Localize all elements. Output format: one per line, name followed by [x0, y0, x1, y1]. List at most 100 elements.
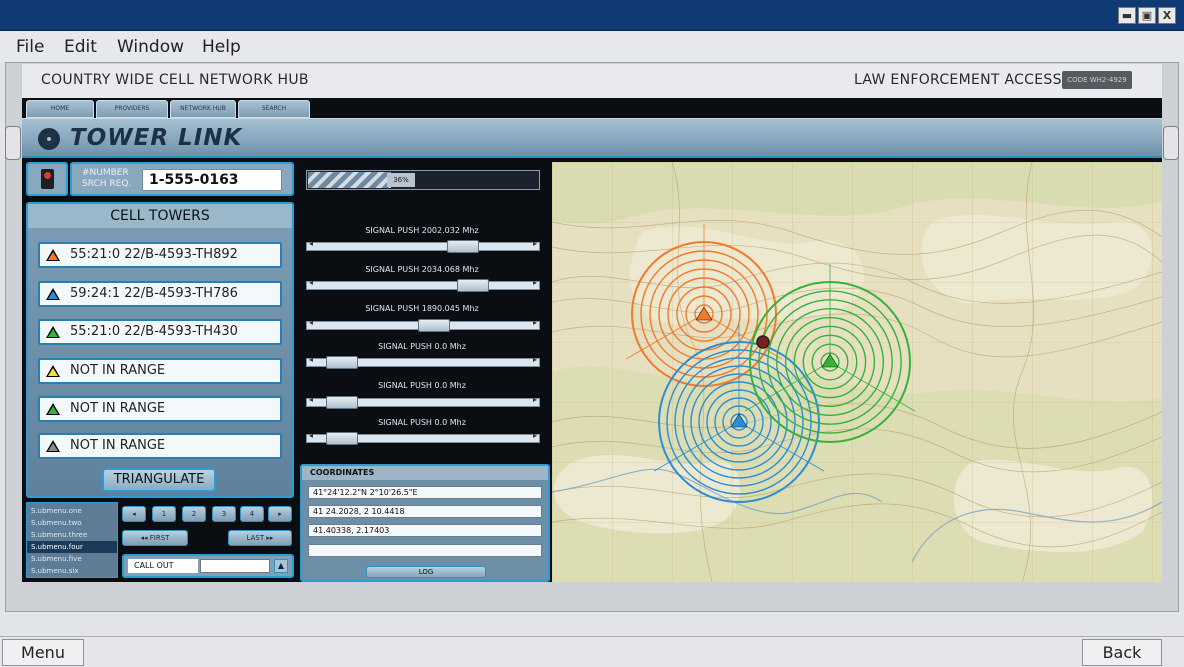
cell-towers-panel: CELL TOWERS 55:21:0 22/B-4593-TH892 59:2…: [26, 202, 294, 498]
signal-slider[interactable]: [306, 431, 540, 445]
page-button[interactable]: 3: [212, 506, 236, 522]
page-button[interactable]: 4: [240, 506, 264, 522]
call-out-button[interactable]: ▲: [274, 559, 288, 573]
progress-bar: 36%: [306, 170, 540, 190]
orange-triangle-icon: [46, 249, 60, 261]
slider-thumb[interactable]: [457, 279, 489, 292]
signal-slider[interactable]: [306, 239, 540, 253]
coordinate-dms-field[interactable]: 41°24'12.2"N 2°10'26.5"E: [308, 486, 542, 499]
prev-page-button[interactable]: ◂: [122, 506, 146, 522]
submenu-item[interactable]: S.ubmenu.two: [27, 517, 117, 529]
submenu-item[interactable]: S.ubmenu.five: [27, 553, 117, 565]
right-scroll-handle[interactable]: [1163, 126, 1179, 160]
tower-label: NOT IN RANGE: [70, 363, 166, 378]
call-out-label: CALL OUT: [128, 559, 198, 573]
call-out-input[interactable]: [200, 559, 270, 573]
tower-row[interactable]: NOT IN RANGE: [38, 358, 282, 384]
brand-bar: TOWER LINK: [22, 118, 1162, 158]
target-logo-icon: [38, 128, 60, 150]
last-page-button[interactable]: LAST ▸▸: [228, 530, 292, 546]
access-label: LAW ENFORCEMENT ACCESS: [854, 72, 1062, 88]
tower-label: NOT IN RANGE: [70, 438, 166, 453]
tower-row[interactable]: NOT IN RANGE: [38, 433, 282, 459]
left-scroll-handle[interactable]: [5, 126, 21, 160]
cell-towers-title: CELL TOWERS: [28, 204, 292, 228]
menu-window[interactable]: Window: [117, 37, 184, 57]
progress-fill: [308, 172, 391, 188]
signal-slider[interactable]: [306, 318, 540, 332]
nav-tabs: HOME PROVIDERS NETWORK HUB SEARCH: [22, 100, 1162, 118]
tower-row[interactable]: 55:21:0 22/B-4593-TH892: [38, 242, 282, 268]
search-request-label: SRCH REQ.: [82, 179, 132, 189]
tower-label: 55:21:0 22/B-4593-TH430: [70, 324, 238, 339]
bottom-bar: Menu Back: [0, 636, 1184, 667]
signal-slider[interactable]: [306, 395, 540, 409]
submenu-item[interactable]: S.ubmenu.six: [27, 565, 117, 577]
menu-bar: File Edit Window Help: [0, 31, 1184, 62]
page-button[interactable]: 1: [152, 506, 176, 522]
title-bar: ▬ ▣ X: [0, 0, 1184, 31]
slider-thumb[interactable]: [447, 240, 479, 253]
slider-thumb[interactable]: [326, 396, 358, 409]
signal-label: SIGNAL PUSH 2034.068 Mhz: [365, 265, 479, 274]
signal-label: SIGNAL PUSH 2002.032 Mhz: [365, 226, 479, 235]
number-search-box: #NUMBER SRCH REQ. 1-555-0163: [70, 162, 294, 196]
hub-header: COUNTRY WIDE CELL NETWORK HUB LAW ENFORC…: [22, 64, 1162, 98]
first-page-button[interactable]: ◂◂ FIRST: [122, 530, 188, 546]
tab-network-hub[interactable]: NETWORK HUB: [170, 100, 236, 118]
menu-file[interactable]: File: [16, 37, 44, 57]
close-icon[interactable]: X: [1158, 7, 1176, 24]
pager: ◂ 1 2 3 4 ▸ ◂◂ FIRST LAST ▸▸: [120, 502, 294, 550]
coordinates-title: COORDINATES: [302, 466, 548, 480]
slider-thumb[interactable]: [326, 356, 358, 369]
signal-label: SIGNAL PUSH 0.0 Mhz: [378, 342, 466, 351]
signal-label: SIGNAL PUSH 0.0 Mhz: [378, 381, 466, 390]
tower-label: 55:21:0 22/B-4593-TH892: [70, 247, 238, 262]
signal-label: SIGNAL PUSH 0.0 Mhz: [378, 418, 466, 427]
back-button[interactable]: Back: [1082, 639, 1162, 666]
gray-triangle-icon: [46, 440, 60, 452]
tab-search[interactable]: SEARCH: [238, 100, 310, 118]
coordinate-dm-field[interactable]: 41 24.2028, 2 10.4418: [308, 505, 542, 518]
green-triangle-icon: [46, 403, 60, 415]
coordinate-extra-field[interactable]: [308, 544, 542, 557]
signal-label: SIGNAL PUSH 1890.045 Mhz: [365, 304, 479, 313]
topographic-map[interactable]: [552, 162, 1162, 582]
minimize-icon[interactable]: ▬: [1118, 7, 1136, 24]
slider-thumb[interactable]: [326, 432, 358, 445]
triangulate-button[interactable]: TRIANGULATE: [102, 468, 216, 492]
submenu-list: S.ubmenu.one S.ubmenu.two S.ubmenu.three…: [26, 502, 118, 578]
signal-slider[interactable]: [306, 355, 540, 369]
menu-help[interactable]: Help: [202, 37, 241, 57]
blue-triangle-icon: [46, 288, 60, 300]
signal-slider[interactable]: [306, 278, 540, 292]
next-page-button[interactable]: ▸: [268, 506, 292, 522]
phone-icon-box: [26, 162, 68, 196]
menu-button[interactable]: Menu: [2, 639, 84, 666]
submenu-item-active[interactable]: S.ubmenu.four: [27, 541, 117, 553]
submenu-item[interactable]: S.ubmenu.three: [27, 529, 117, 541]
page-button[interactable]: 2: [182, 506, 206, 522]
coordinate-decimal-field[interactable]: 41.40338, 2.17403: [308, 524, 542, 537]
tower-row[interactable]: NOT IN RANGE: [38, 396, 282, 422]
call-out-box: CALL OUT ▲: [122, 554, 294, 578]
menu-edit[interactable]: Edit: [64, 37, 97, 57]
tab-home[interactable]: HOME: [26, 100, 94, 118]
tower-row[interactable]: 55:21:0 22/B-4593-TH430: [38, 319, 282, 345]
submenu-item[interactable]: S.ubmenu.one: [27, 505, 117, 517]
tab-providers[interactable]: PROVIDERS: [96, 100, 168, 118]
maximize-icon[interactable]: ▣: [1138, 7, 1156, 24]
yellow-triangle-icon: [46, 365, 60, 377]
map-canvas: [552, 162, 1162, 582]
log-button[interactable]: LOG: [366, 566, 486, 578]
progress-label: 36%: [387, 173, 415, 187]
code-badge: CODE WH2-4929: [1062, 71, 1132, 89]
phone-icon: [41, 169, 54, 189]
hub-title: COUNTRY WIDE CELL NETWORK HUB: [41, 72, 309, 88]
number-label: #NUMBER: [82, 168, 129, 178]
green-triangle-icon: [46, 326, 60, 338]
triangulated-location-marker[interactable]: [756, 335, 770, 349]
number-input[interactable]: 1-555-0163: [142, 169, 282, 191]
tower-row[interactable]: 59:24:1 22/B-4593-TH786: [38, 281, 282, 307]
slider-thumb[interactable]: [418, 319, 450, 332]
